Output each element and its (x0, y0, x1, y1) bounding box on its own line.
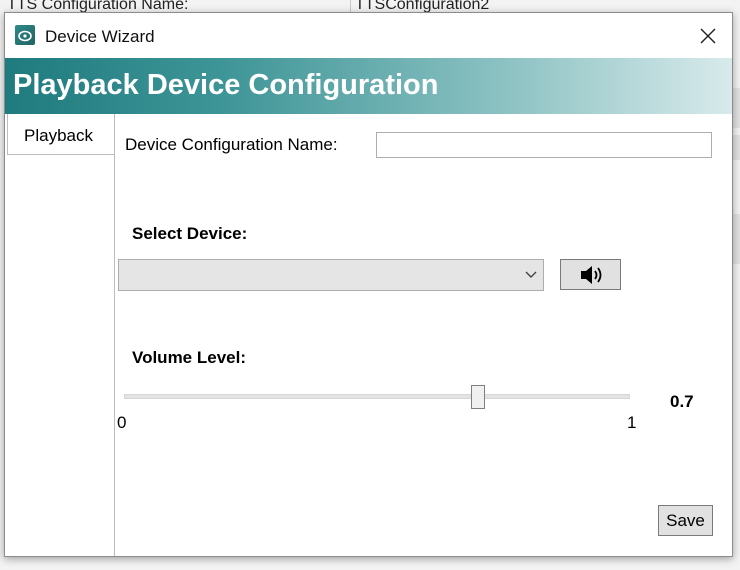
close-icon (700, 28, 716, 44)
close-button[interactable] (686, 19, 730, 53)
tab-label: Playback (24, 126, 93, 145)
device-wizard-dialog: Device Wizard Playback Device Configurat… (4, 12, 733, 557)
speaker-icon (581, 266, 602, 284)
tab-playback[interactable]: Playback (7, 114, 114, 155)
slider-thumb[interactable] (471, 385, 486, 409)
app-icon (15, 25, 35, 45)
save-button[interactable]: Save (658, 505, 713, 536)
test-sound-button[interactable] (560, 259, 621, 290)
volume-value: 0.7 (670, 392, 694, 411)
tab-strip: Playback (7, 114, 115, 556)
volume-min-label: 0 (117, 413, 127, 432)
title-bar: Device Wizard (5, 13, 732, 57)
device-config-name-input[interactable] (376, 132, 712, 158)
select-device-label: Select Device: (132, 224, 248, 243)
volume-max-label: 1 (627, 413, 637, 432)
volume-level-label: Volume Level: (132, 348, 246, 367)
wizard-content: Playback Device Configuration Name: Sele… (5, 114, 732, 556)
slider-track (124, 394, 630, 399)
device-select[interactable] (118, 259, 544, 291)
banner-title: Playback Device Configuration (13, 69, 439, 101)
chevron-down-icon (525, 271, 537, 278)
device-config-name-label: Device Configuration Name: (125, 135, 338, 154)
volume-slider[interactable] (124, 385, 630, 419)
header-banner: Playback Device Configuration (5, 58, 732, 114)
bg-column-divider (350, 0, 351, 12)
window-title: Device Wizard (45, 27, 155, 46)
